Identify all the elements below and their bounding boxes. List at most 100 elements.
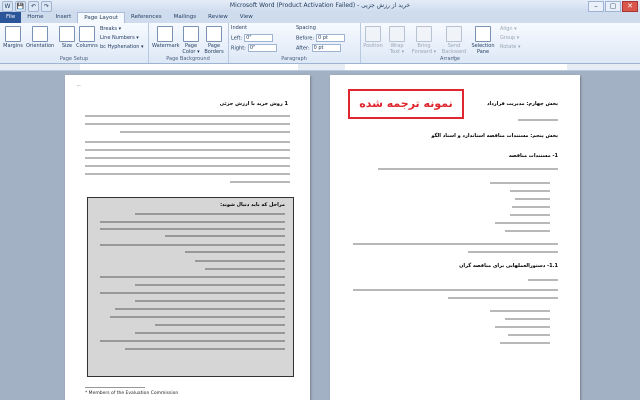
text-line	[230, 181, 290, 183]
orientation-button[interactable]: Orientation	[26, 26, 54, 49]
step-line	[115, 308, 285, 310]
step-line	[185, 251, 285, 253]
tab-references[interactable]: References	[125, 12, 168, 23]
text-line	[353, 289, 558, 291]
section-five-heading: بخش پنجم: مستندات مناقصه استاندارد و اسن…	[431, 133, 558, 139]
page-color-button[interactable]: Page Color ▾	[180, 26, 202, 55]
send-backward-icon	[446, 26, 462, 42]
selection-pane-icon	[475, 26, 491, 42]
page-setup-label: Page Setup	[59, 56, 89, 62]
ruler-right-segment	[345, 64, 567, 70]
position-button[interactable]: Position	[362, 26, 384, 49]
bring-forward-icon	[416, 26, 432, 42]
page-borders-button[interactable]: Page Borders	[202, 26, 226, 55]
indent-right-field[interactable]: Right: 0"	[231, 44, 277, 52]
instructions-subheading: 1.1- دستورالعملهایی برای مناقصه گران	[459, 263, 558, 269]
step-line	[100, 292, 285, 294]
step-line	[135, 332, 285, 334]
left-page-heading: 1 روش خرید با ارزش جزئی	[219, 101, 288, 107]
breaks-button[interactable]: Breaks ▾	[100, 26, 121, 32]
maximize-button[interactable]: ▢	[605, 1, 621, 12]
step-line	[110, 316, 285, 318]
step-line	[135, 284, 285, 286]
margins-icon	[5, 26, 21, 42]
window-controls: – ▢ ✕	[588, 1, 638, 12]
tab-home[interactable]: Home	[21, 12, 49, 23]
step-line	[205, 268, 285, 270]
spacing-after-field[interactable]: After: 0 pt	[296, 44, 341, 52]
size-icon	[59, 26, 75, 42]
list-line	[505, 230, 550, 232]
hyphenation-button[interactable]: bc Hyphenation ▾	[100, 44, 144, 50]
text-line	[85, 141, 290, 143]
page-background-label: Page Background	[166, 56, 210, 62]
bring-forward-button[interactable]: Bring Forward ▾	[410, 26, 438, 55]
text-line	[85, 149, 290, 151]
tab-file[interactable]: File	[0, 12, 22, 23]
section-four-heading: بخش چهارم: مدیریت قرارداد	[486, 101, 558, 107]
ribbon: Margins Orientation Size Columns Breaks …	[0, 23, 640, 64]
minimize-button[interactable]: –	[588, 1, 604, 12]
wrap-text-icon	[389, 26, 405, 42]
tab-view[interactable]: View	[234, 12, 259, 23]
wrap-text-button[interactable]: Wrap Text ▾	[386, 26, 408, 55]
step-line	[100, 221, 285, 223]
text-line	[85, 123, 290, 125]
position-icon	[365, 26, 381, 42]
step-line	[125, 348, 285, 350]
step-line	[195, 260, 285, 262]
margins-button[interactable]: Margins	[2, 26, 24, 49]
list-line	[512, 206, 550, 208]
page-borders-icon	[206, 26, 222, 42]
list-line	[515, 198, 550, 200]
text-line	[528, 279, 558, 281]
indent-label: Indent	[231, 25, 248, 31]
spacing-label: Spacing	[296, 25, 316, 31]
columns-button[interactable]: Columns	[76, 26, 98, 49]
window-title: Microsoft Word (Product Activation Faile…	[229, 2, 411, 9]
selection-pane-button[interactable]: Selection Pane	[470, 26, 496, 55]
step-line	[165, 235, 285, 237]
steps-box[interactable]: مراحل که باید دنبال شوند:	[87, 197, 294, 377]
list-line	[495, 222, 550, 224]
tab-insert[interactable]: Insert	[49, 12, 77, 23]
translated-sample-stamp: نمونه ترجمه شده	[348, 89, 464, 119]
step-line	[100, 340, 285, 342]
text-line	[468, 251, 558, 253]
list-line	[505, 318, 550, 320]
page-setup-group: Margins Orientation Size Columns Breaks …	[0, 23, 149, 63]
tab-page-layout[interactable]: Page Layout	[77, 12, 126, 23]
list-line	[510, 190, 550, 192]
group-button[interactable]: Group ▾	[500, 35, 519, 41]
watermark-button[interactable]: Watermark	[152, 26, 180, 49]
spacing-before-field[interactable]: Before: 0 pt	[296, 34, 346, 42]
size-button[interactable]: Size	[56, 26, 78, 49]
columns-icon	[79, 26, 95, 42]
line-numbers-button[interactable]: Line Numbers ▾	[100, 35, 139, 41]
indent-left-field[interactable]: Left: 0"	[231, 34, 274, 42]
orientation-icon	[32, 26, 48, 42]
text-line	[85, 165, 290, 167]
right-page[interactable]: نمونه ترجمه شده بخش چهارم: مدیریت قراردا…	[330, 75, 580, 400]
tab-review[interactable]: Review	[202, 12, 234, 23]
left-page[interactable]: ⌐ 1 روش خرید با ارزش جزئی مراحل که باید …	[65, 75, 310, 400]
paragraph-group: Indent Left: 0" Right: 0" Spacing Before: 0…	[228, 23, 361, 63]
document-area[interactable]: ⌐ 1 روش خرید با ارزش جزئی مراحل که باید …	[0, 71, 640, 400]
rotate-button[interactable]: Rotate ▾	[500, 44, 520, 50]
list-line	[490, 182, 550, 184]
footnote: * Members of the Evaluation Commission	[85, 391, 179, 396]
list-line	[508, 334, 550, 336]
step-line	[100, 228, 285, 230]
watermark-icon	[157, 26, 173, 42]
close-button[interactable]: ✕	[622, 1, 638, 12]
step-line	[135, 213, 285, 215]
horizontal-ruler[interactable]	[0, 64, 640, 71]
tender-documents-subheading: 1- مستندات مناقصه	[508, 153, 558, 159]
step-line	[135, 300, 285, 302]
text-line	[85, 173, 290, 175]
tab-mailings[interactable]: Mailings	[168, 12, 203, 23]
text-line	[353, 243, 558, 245]
align-button[interactable]: Align ▾	[500, 26, 517, 32]
list-line	[495, 326, 550, 328]
ruler-left-segment	[80, 64, 298, 70]
